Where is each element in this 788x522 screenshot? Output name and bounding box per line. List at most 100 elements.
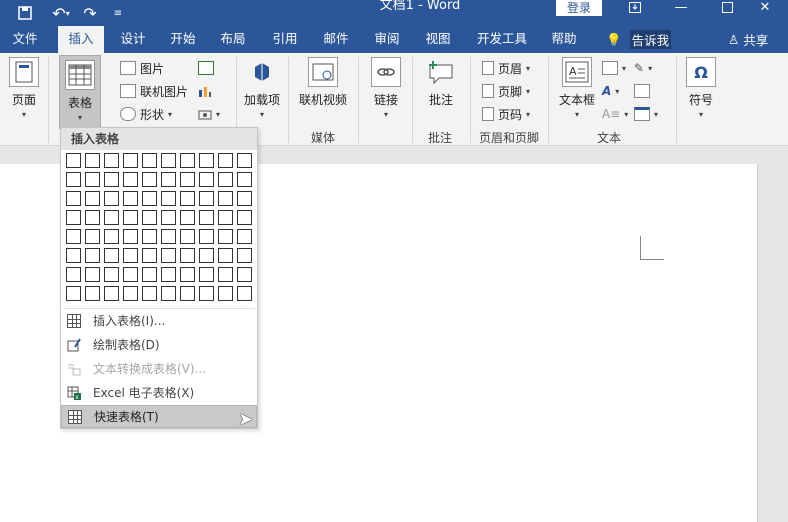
dropcap-button[interactable]: A≡ ▾ [602, 104, 628, 124]
table-grid-cell[interactable] [180, 172, 195, 187]
table-grid-cell[interactable] [237, 172, 252, 187]
table-grid-cell[interactable] [104, 153, 119, 168]
table-grid-cell[interactable] [161, 286, 176, 301]
shapes-button[interactable]: 形状 ▾ [120, 104, 172, 124]
table-grid-cell[interactable] [66, 229, 81, 244]
table-grid-cell[interactable] [161, 267, 176, 282]
ribbon-display-icon[interactable] [612, 0, 658, 14]
comment-button[interactable]: 批注 [424, 57, 458, 108]
table-grid-cell[interactable] [180, 153, 195, 168]
smartart-button[interactable] [198, 58, 214, 78]
table-grid-cell[interactable] [237, 191, 252, 206]
tab-help[interactable]: 帮助 [541, 26, 587, 53]
table-grid-cell[interactable] [123, 191, 138, 206]
table-grid-cell[interactable] [123, 267, 138, 282]
table-grid-cell[interactable] [218, 153, 233, 168]
customize-icon[interactable]: ≡ [112, 0, 124, 26]
table-grid-cell[interactable] [180, 248, 195, 263]
table-grid-cell[interactable] [104, 248, 119, 263]
table-grid-cell[interactable] [104, 267, 119, 282]
table-grid-cell[interactable] [237, 286, 252, 301]
table-grid-cell[interactable] [123, 210, 138, 225]
table-grid-cell[interactable] [85, 267, 100, 282]
table-grid-cell[interactable] [123, 229, 138, 244]
link-button[interactable]: 链接 ▾ [368, 57, 404, 119]
table-grid-cell[interactable] [123, 172, 138, 187]
table-grid-cell[interactable] [66, 153, 81, 168]
table-button[interactable]: 表格 ▾ [59, 55, 101, 129]
table-grid-cell[interactable] [180, 229, 195, 244]
table-grid-cell[interactable] [142, 229, 157, 244]
picture-button[interactable]: 图片 [120, 58, 164, 78]
table-grid-cell[interactable] [104, 229, 119, 244]
share-button[interactable]: ♙ 共享 [728, 26, 768, 53]
quick-parts-button[interactable]: ▾ [602, 58, 626, 78]
table-grid-cell[interactable] [142, 286, 157, 301]
table-grid-cell[interactable] [161, 229, 176, 244]
table-grid-cell[interactable] [237, 267, 252, 282]
header-button[interactable]: 页眉 ▾ [482, 58, 530, 78]
textbox-button[interactable]: A 文本框 ▾ [556, 57, 598, 119]
tab-developer[interactable]: 开发工具 [470, 26, 534, 53]
table-grid-cell[interactable] [85, 153, 100, 168]
table-grid-cell[interactable] [85, 191, 100, 206]
table-grid-cell[interactable] [199, 191, 214, 206]
table-grid-cell[interactable] [180, 286, 195, 301]
table-grid-cell[interactable] [161, 172, 176, 187]
table-grid-cell[interactable] [85, 172, 100, 187]
table-grid-cell[interactable] [237, 229, 252, 244]
table-grid-cell[interactable] [123, 153, 138, 168]
table-grid-cell[interactable] [66, 267, 81, 282]
table-grid-cell[interactable] [199, 267, 214, 282]
table-grid-cell[interactable] [218, 248, 233, 263]
date-time-button[interactable] [634, 81, 650, 101]
chart-button[interactable] [198, 81, 212, 101]
redo-icon[interactable]: ↷ [80, 0, 100, 26]
table-grid-cell[interactable] [66, 248, 81, 263]
table-grid-cell[interactable] [199, 229, 214, 244]
table-grid-cell[interactable] [142, 248, 157, 263]
draw-table-item[interactable]: 绘制表格(D) [61, 333, 257, 356]
footer-button[interactable]: 页脚 ▾ [482, 81, 530, 101]
table-grid-cell[interactable] [199, 210, 214, 225]
table-size-grid[interactable] [66, 153, 256, 305]
close-icon[interactable]: ✕ [742, 0, 788, 15]
wordart-button[interactable]: A ▾ [602, 81, 619, 101]
tab-mailings[interactable]: 邮件 [313, 26, 359, 53]
table-grid-cell[interactable] [66, 172, 81, 187]
table-grid-cell[interactable] [85, 210, 100, 225]
table-grid-cell[interactable] [237, 248, 252, 263]
table-grid-cell[interactable] [123, 286, 138, 301]
online-picture-button[interactable]: 联机图片 [120, 81, 188, 101]
table-grid-cell[interactable] [218, 286, 233, 301]
table-grid-cell[interactable] [142, 153, 157, 168]
tab-review[interactable]: 审阅 [364, 26, 410, 53]
table-grid-cell[interactable] [218, 191, 233, 206]
tab-insert[interactable]: 插入 [58, 26, 104, 54]
table-grid-cell[interactable] [161, 153, 176, 168]
table-grid-cell[interactable] [218, 267, 233, 282]
table-grid-cell[interactable] [142, 191, 157, 206]
tab-file[interactable]: 文件 [0, 26, 50, 53]
online-video-button[interactable]: 联机视频 [296, 57, 350, 108]
table-grid-cell[interactable] [123, 248, 138, 263]
table-grid-cell[interactable] [180, 210, 195, 225]
insert-table-item[interactable]: 插入表格(I)... [61, 309, 257, 332]
table-grid-cell[interactable] [104, 191, 119, 206]
object-button[interactable]: ▾ [634, 104, 658, 124]
signature-line-button[interactable]: ✎ ▾ [634, 58, 652, 78]
excel-spreadsheet-item[interactable]: x Excel 电子表格(X) [61, 381, 257, 404]
tab-view[interactable]: 视图 [415, 26, 461, 53]
table-grid-cell[interactable] [104, 286, 119, 301]
table-grid-cell[interactable] [199, 248, 214, 263]
quick-table-item[interactable]: 快速表格(T) [61, 405, 257, 428]
table-grid-cell[interactable] [161, 248, 176, 263]
tab-layout[interactable]: 布局 [210, 26, 256, 53]
page-button[interactable]: 页面 ▾ [8, 57, 40, 119]
table-grid-cell[interactable] [180, 267, 195, 282]
table-grid-cell[interactable] [85, 286, 100, 301]
table-grid-cell[interactable] [237, 210, 252, 225]
page-number-button[interactable]: 页码 ▾ [482, 104, 530, 124]
table-grid-cell[interactable] [199, 153, 214, 168]
table-grid-cell[interactable] [66, 210, 81, 225]
